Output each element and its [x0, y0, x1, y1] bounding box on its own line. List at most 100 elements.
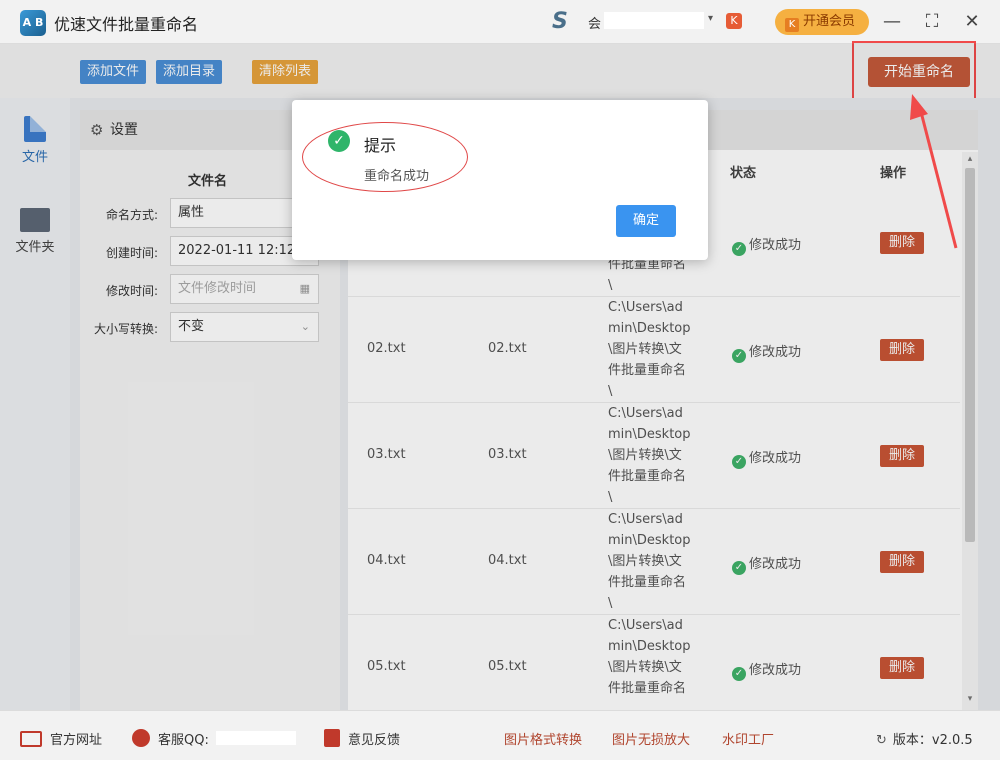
left-nav: 文件 文件夹	[0, 98, 70, 710]
path-line: min\Desktop	[608, 533, 691, 548]
refresh-icon: ↻	[876, 733, 887, 748]
vip-k-icon: K	[785, 18, 799, 32]
path-line: min\Desktop	[608, 427, 691, 442]
delete-button[interactable]: 删除	[880, 339, 924, 361]
app-logo: A B	[20, 10, 46, 36]
calendar-icon: ▦	[299, 282, 310, 295]
status-cell: ✓ 修改成功	[732, 659, 801, 681]
settings-header-label: 设置	[110, 122, 138, 138]
table-scrollbar[interactable]: ▴ ▾	[962, 152, 978, 710]
chevron-down-icon[interactable]: ▾	[708, 13, 713, 24]
file-icon	[24, 116, 46, 142]
naming-mode-value: 属性	[178, 205, 205, 220]
image-format-convert-link[interactable]: 图片格式转换	[504, 729, 582, 748]
case-convert-select[interactable]: 不变 ⌄	[170, 312, 319, 342]
check-circle-icon: ✓	[732, 561, 746, 575]
path-line: C:\Users\ad	[608, 512, 683, 527]
column-header-action: 操作	[880, 166, 907, 181]
check-circle-icon: ✓	[732, 667, 746, 681]
vip-label: 开通会员	[803, 14, 856, 29]
path-line: C:\Users\ad	[608, 406, 683, 421]
dialog-title: 提示	[364, 136, 397, 155]
check-circle-icon: ✓	[732, 242, 746, 256]
settings-section-title: 文件名	[188, 174, 228, 189]
website-link[interactable]: 官方网址	[20, 729, 102, 748]
check-circle-icon: ✓	[732, 455, 746, 469]
path-line: 件批量重命名	[608, 681, 687, 696]
message-dialog: ✓ 提示 重命名成功 确定	[292, 100, 708, 260]
case-convert-label: 大小写转换:	[93, 322, 158, 336]
path-line: \	[608, 278, 613, 293]
minimize-button[interactable]: —	[880, 10, 904, 34]
image-upscale-link[interactable]: 图片无损放大	[612, 729, 690, 748]
add-directory-button[interactable]: 添加目录	[156, 60, 223, 84]
qq-number-redacted	[216, 731, 296, 745]
maximize-button[interactable]: ⛶	[920, 10, 944, 34]
clear-list-button[interactable]: 清除列表	[252, 60, 319, 84]
nav-item-folder[interactable]: 文件夹	[0, 208, 70, 255]
service-qq-label: 客服QQ:	[158, 733, 209, 748]
dialog-message: 重命名成功	[364, 169, 430, 184]
path-line: 件批量重命名	[608, 469, 687, 484]
path-cell: C:\Users\ad min\Desktop \图片转换\文 件批量重命名 \	[608, 297, 698, 402]
create-time-label: 创建时间:	[105, 246, 158, 260]
path-cell: C:\Users\ad min\Desktop \图片转换\文 件批量重命名 \	[608, 403, 698, 508]
service-qq[interactable]: 客服QQ:	[132, 729, 209, 748]
success-check-icon: ✓	[328, 130, 350, 152]
version-label: 版本：v2.0.5	[892, 733, 973, 748]
original-name-cell: 03.txt	[367, 447, 406, 462]
new-name-cell: 03.txt	[488, 447, 527, 462]
user-name[interactable]: 会	[588, 13, 601, 32]
new-name-cell: 02.txt	[488, 341, 527, 356]
new-name-cell: 04.txt	[488, 553, 527, 568]
delete-button[interactable]: 删除	[880, 232, 924, 254]
gear-icon: ⚙	[90, 121, 104, 139]
scroll-up-icon[interactable]: ▴	[965, 154, 975, 164]
path-line: \图片转换\文	[608, 554, 682, 569]
original-name-cell: 04.txt	[367, 553, 406, 568]
add-file-button[interactable]: 添加文件	[80, 60, 147, 84]
feedback-icon	[324, 729, 340, 747]
version-info[interactable]: ↻ 版本：v2.0.5	[876, 729, 973, 748]
watermark-factory-link[interactable]: 水印工厂	[722, 729, 774, 748]
vip-button[interactable]: K 开通会员	[775, 9, 869, 35]
footer: 官方网址 客服QQ: 意见反馈 图片格式转换 图片无损放大 水印工厂 ↻ 版本：v…	[0, 710, 1000, 760]
path-line: 件批量重命名	[608, 363, 687, 378]
status-text: 修改成功	[749, 451, 802, 466]
status-cell: ✓ 修改成功	[732, 234, 801, 256]
status-cell: ✓ 修改成功	[732, 447, 801, 469]
naming-mode-label: 命名方式:	[105, 208, 158, 222]
delete-button[interactable]: 删除	[880, 445, 924, 467]
status-cell: ✓ 修改成功	[732, 553, 801, 575]
annotation-highlight-box	[852, 41, 976, 101]
case-convert-value: 不变	[178, 319, 205, 334]
path-cell: 件批量重命名 \	[608, 254, 698, 296]
close-button[interactable]: ✕	[960, 10, 984, 34]
check-circle-icon: ✓	[732, 349, 746, 363]
path-line: min\Desktop	[608, 321, 691, 336]
feedback-link[interactable]: 意见反馈	[324, 729, 400, 748]
customer-service-icon	[132, 729, 150, 747]
path-line: C:\Users\ad	[608, 618, 683, 633]
table-row: 04.txt 04.txt C:\Users\ad min\Desktop \图…	[348, 508, 960, 614]
dialog-ok-button[interactable]: 确定	[616, 205, 676, 237]
path-line: \图片转换\文	[608, 660, 682, 675]
modify-time-field[interactable]: 文件修改时间 ▦	[170, 274, 319, 304]
path-line: \	[608, 490, 613, 505]
delete-button[interactable]: 删除	[880, 551, 924, 573]
scroll-thumb[interactable]	[965, 168, 975, 542]
delete-button[interactable]: 删除	[880, 657, 924, 679]
nav-item-folder-label: 文件夹	[15, 240, 55, 255]
app-title: 优速文件批量重命名	[54, 15, 199, 34]
modify-time-placeholder: 文件修改时间	[178, 281, 257, 296]
path-line: C:\Users\ad	[608, 300, 683, 315]
status-text: 修改成功	[749, 557, 802, 572]
path-line: \图片转换\文	[608, 342, 682, 357]
original-name-cell: 05.txt	[367, 659, 406, 674]
path-line: 件批量重命名	[608, 575, 687, 590]
status-text: 修改成功	[749, 345, 802, 360]
scroll-down-icon[interactable]: ▾	[965, 694, 975, 704]
nav-item-file[interactable]: 文件	[0, 116, 70, 165]
folder-icon	[20, 208, 50, 232]
path-cell: C:\Users\ad min\Desktop \图片转换\文 件批量重命名 \	[608, 509, 698, 614]
